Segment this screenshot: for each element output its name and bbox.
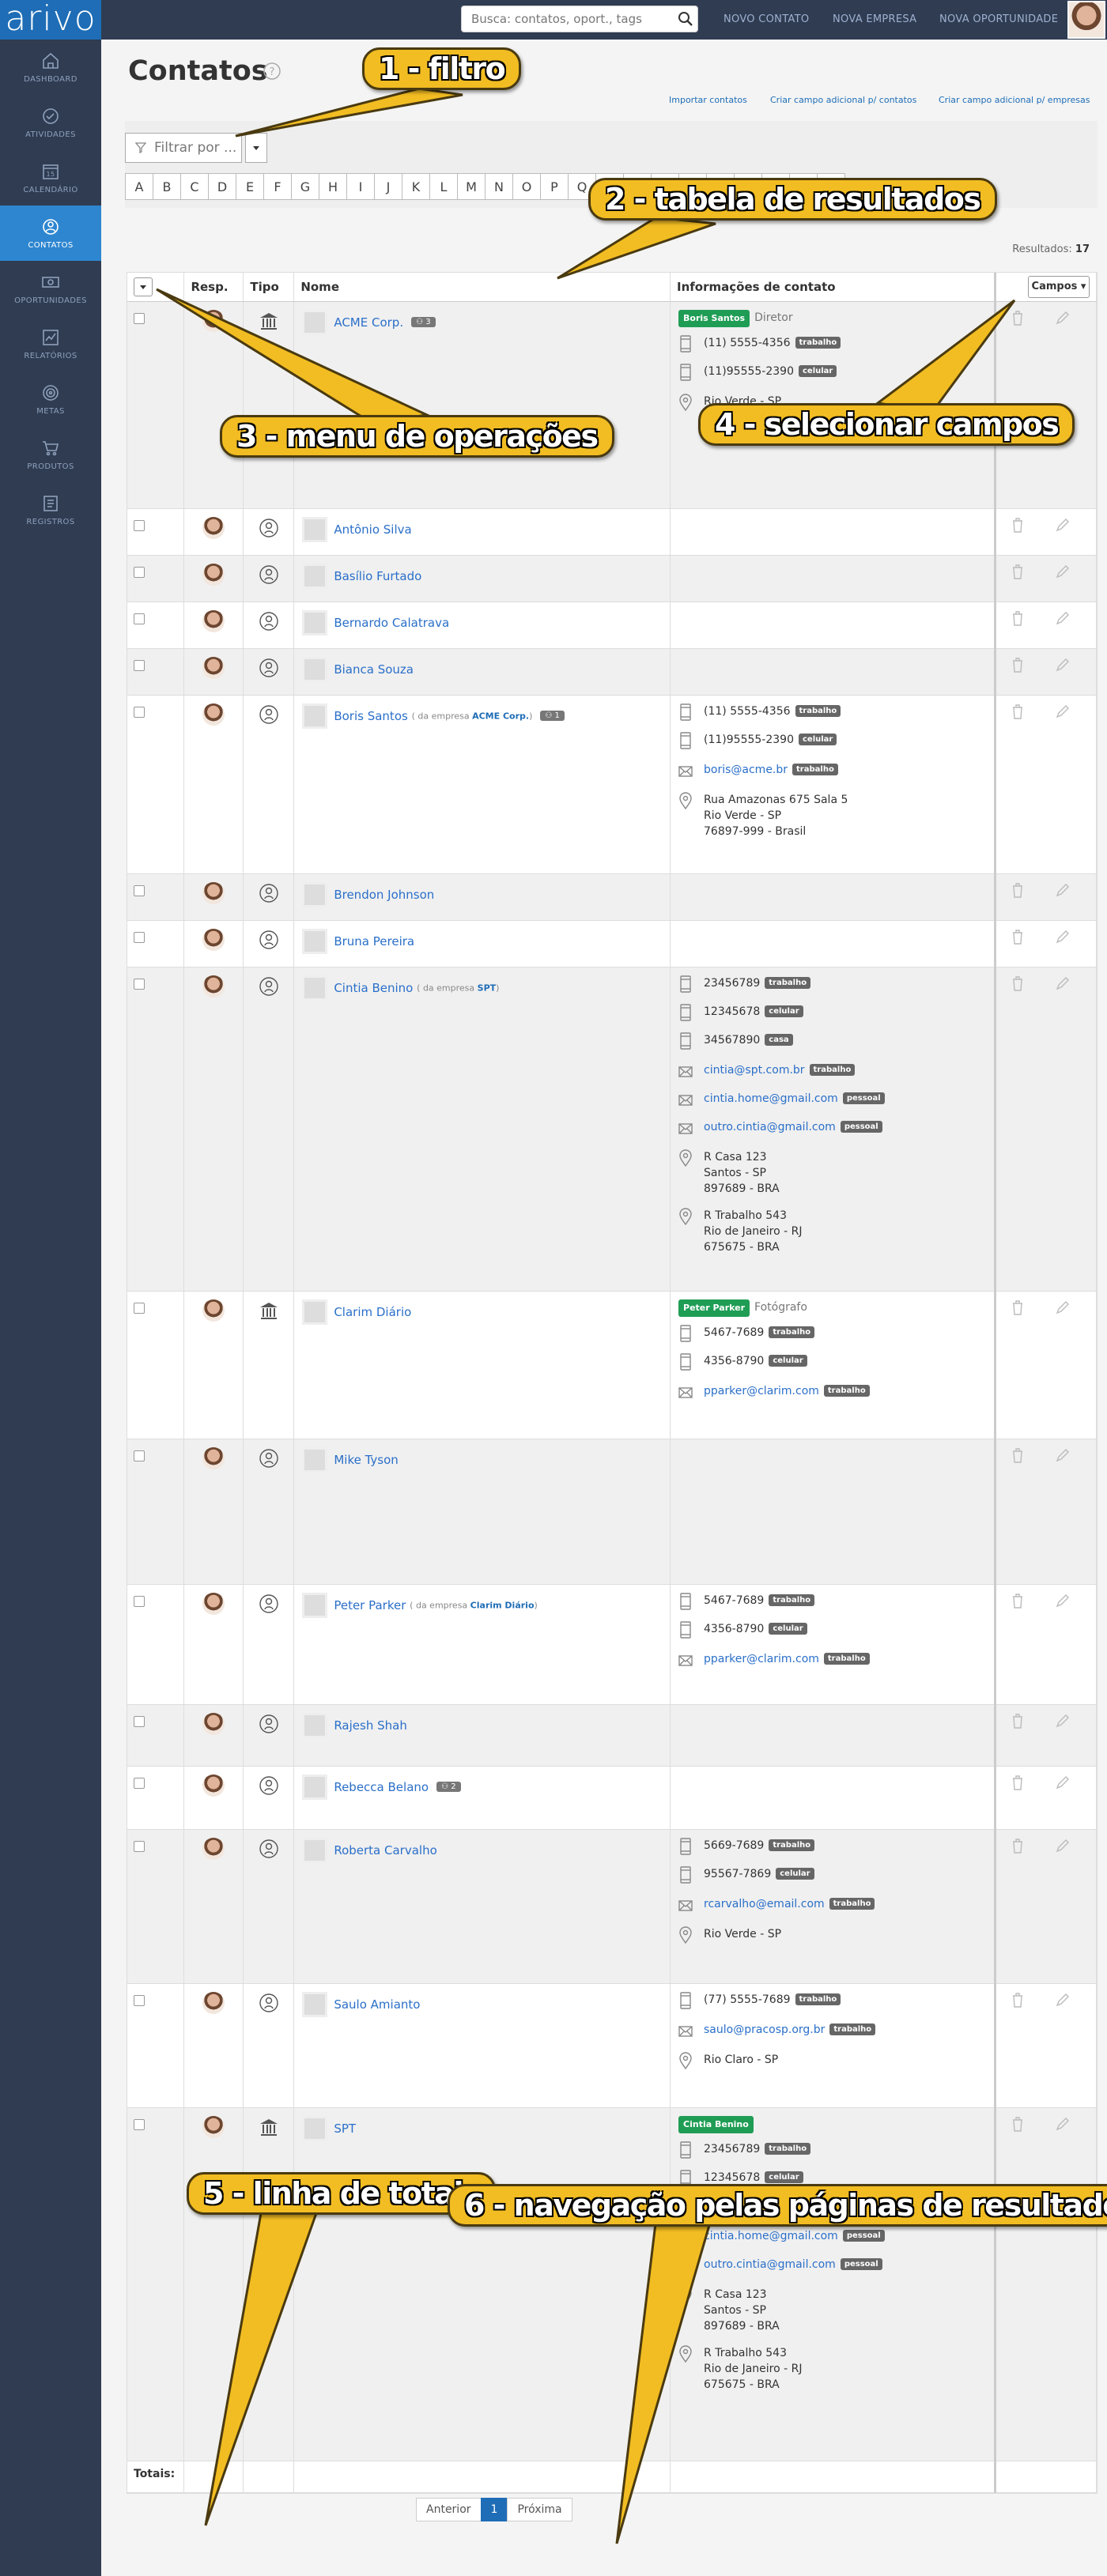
callout-results-table: 2 - tabela de resultados — [588, 178, 997, 221]
app-root: arivo DASHBOARD ATIVIDADES 15 CALENDÁRIO CON… — [0, 0, 1107, 2576]
callout-filter: 1 - filtro — [362, 47, 522, 90]
callout-operations-menu: 3 - menu de operações — [220, 415, 614, 458]
callout-pagination: 6 - navegação pelas páginas de resultado… — [448, 2184, 1107, 2227]
callout-select-fields: 4 - selecionar campos — [698, 403, 1075, 446]
